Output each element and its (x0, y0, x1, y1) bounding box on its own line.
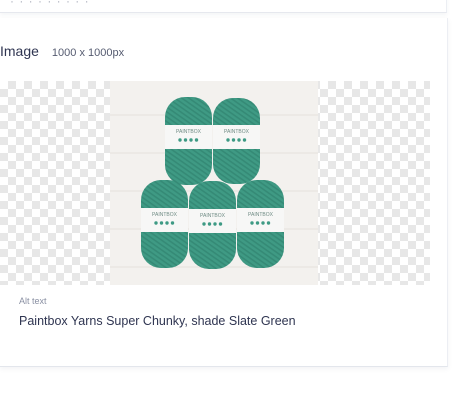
skein-label: PAINTBOX (200, 213, 226, 219)
image-field-title: Image (0, 43, 39, 59)
skein-label: PAINTBOX (152, 212, 178, 218)
yarn-skein: PAINTBOX (237, 180, 284, 268)
page: · · · · · · · · · Image 1000 x 1000px PA… (0, 0, 472, 402)
image-preview[interactable]: PAINTBOX PAINTBOX PAINTBOX PAINTBOX PAIN… (0, 81, 430, 285)
yarn-skein: PAINTBOX (165, 97, 212, 185)
skein-label: PAINTBOX (224, 129, 250, 135)
yarn-photo[interactable]: PAINTBOX PAINTBOX PAINTBOX PAINTBOX PAIN… (110, 81, 318, 285)
skein-label: PAINTBOX (176, 129, 202, 135)
yarn-skein: PAINTBOX (141, 180, 188, 268)
previous-field-card: · · · · · · · · · (0, 0, 447, 13)
yarn-skein: PAINTBOX (213, 98, 260, 184)
alt-text-value[interactable]: Paintbox Yarns Super Chunky, shade Slate… (19, 314, 296, 328)
image-field-header: Image 1000 x 1000px (0, 43, 124, 63)
image-dimensions: 1000 x 1000px (51, 47, 125, 59)
alt-text-label: Alt text (19, 296, 47, 306)
skein-label: PAINTBOX (248, 212, 274, 218)
yarn-skein: PAINTBOX (189, 181, 236, 269)
previous-field-text: · · · · · · · · · (10, 0, 90, 8)
